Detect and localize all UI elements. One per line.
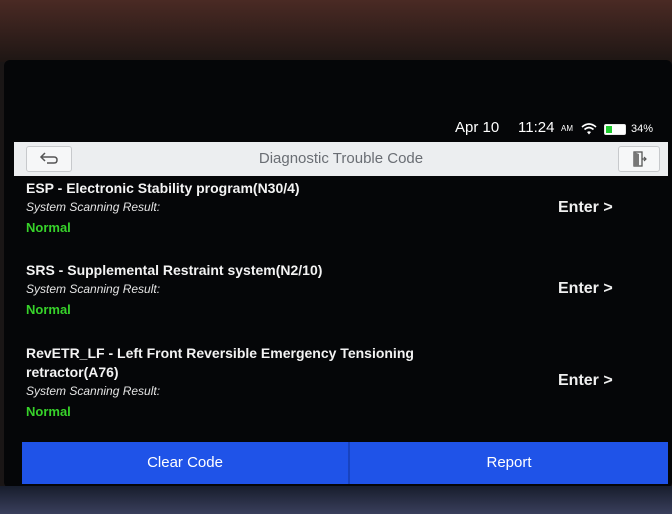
page-title: Diagnostic Trouble Code (258, 150, 424, 167)
device-bezel-top (0, 0, 672, 62)
status-bar: Apr 10 11:24 AM 34% (0, 118, 672, 144)
clear-code-button[interactable]: Clear Code (22, 442, 348, 484)
exit-icon (633, 151, 647, 167)
enter-button[interactable]: Enter > (558, 372, 613, 390)
battery-icon (604, 124, 626, 135)
battery-percent: 34% (631, 123, 654, 135)
status-date: Apr 10 (455, 119, 500, 136)
item-title: RevETR_LF - Left Front Reversible Emerge… (26, 345, 414, 380)
back-arrow-icon (39, 152, 58, 164)
item-title: SRS - Supplemental Restraint system(N2/1… (26, 262, 323, 278)
title-bar: Diagnostic Trouble Code (14, 142, 668, 176)
status-time: 11:24 (518, 119, 555, 136)
wifi-icon (581, 123, 597, 135)
item-status: Normal (26, 404, 71, 419)
item-status: Normal (26, 302, 71, 317)
battery-fill (606, 126, 612, 133)
enter-button[interactable]: Enter > (558, 280, 613, 298)
report-button[interactable]: Report (350, 442, 668, 484)
list-item[interactable]: SRS - Supplemental Restraint system(N2/1… (26, 261, 656, 319)
item-status: Normal (26, 220, 71, 235)
list-item[interactable]: RevETR_LF - Left Front Reversible Emerge… (26, 344, 656, 421)
enter-button[interactable]: Enter > (558, 199, 613, 217)
back-button[interactable] (26, 146, 72, 172)
item-title: ESP - Electronic Stability program(N30/4… (26, 180, 300, 196)
device-bezel-bottom (0, 486, 672, 514)
list-item[interactable]: ESP - Electronic Stability program(N30/4… (26, 179, 656, 237)
status-ampm: AM (561, 124, 573, 133)
exit-button[interactable] (618, 146, 660, 172)
